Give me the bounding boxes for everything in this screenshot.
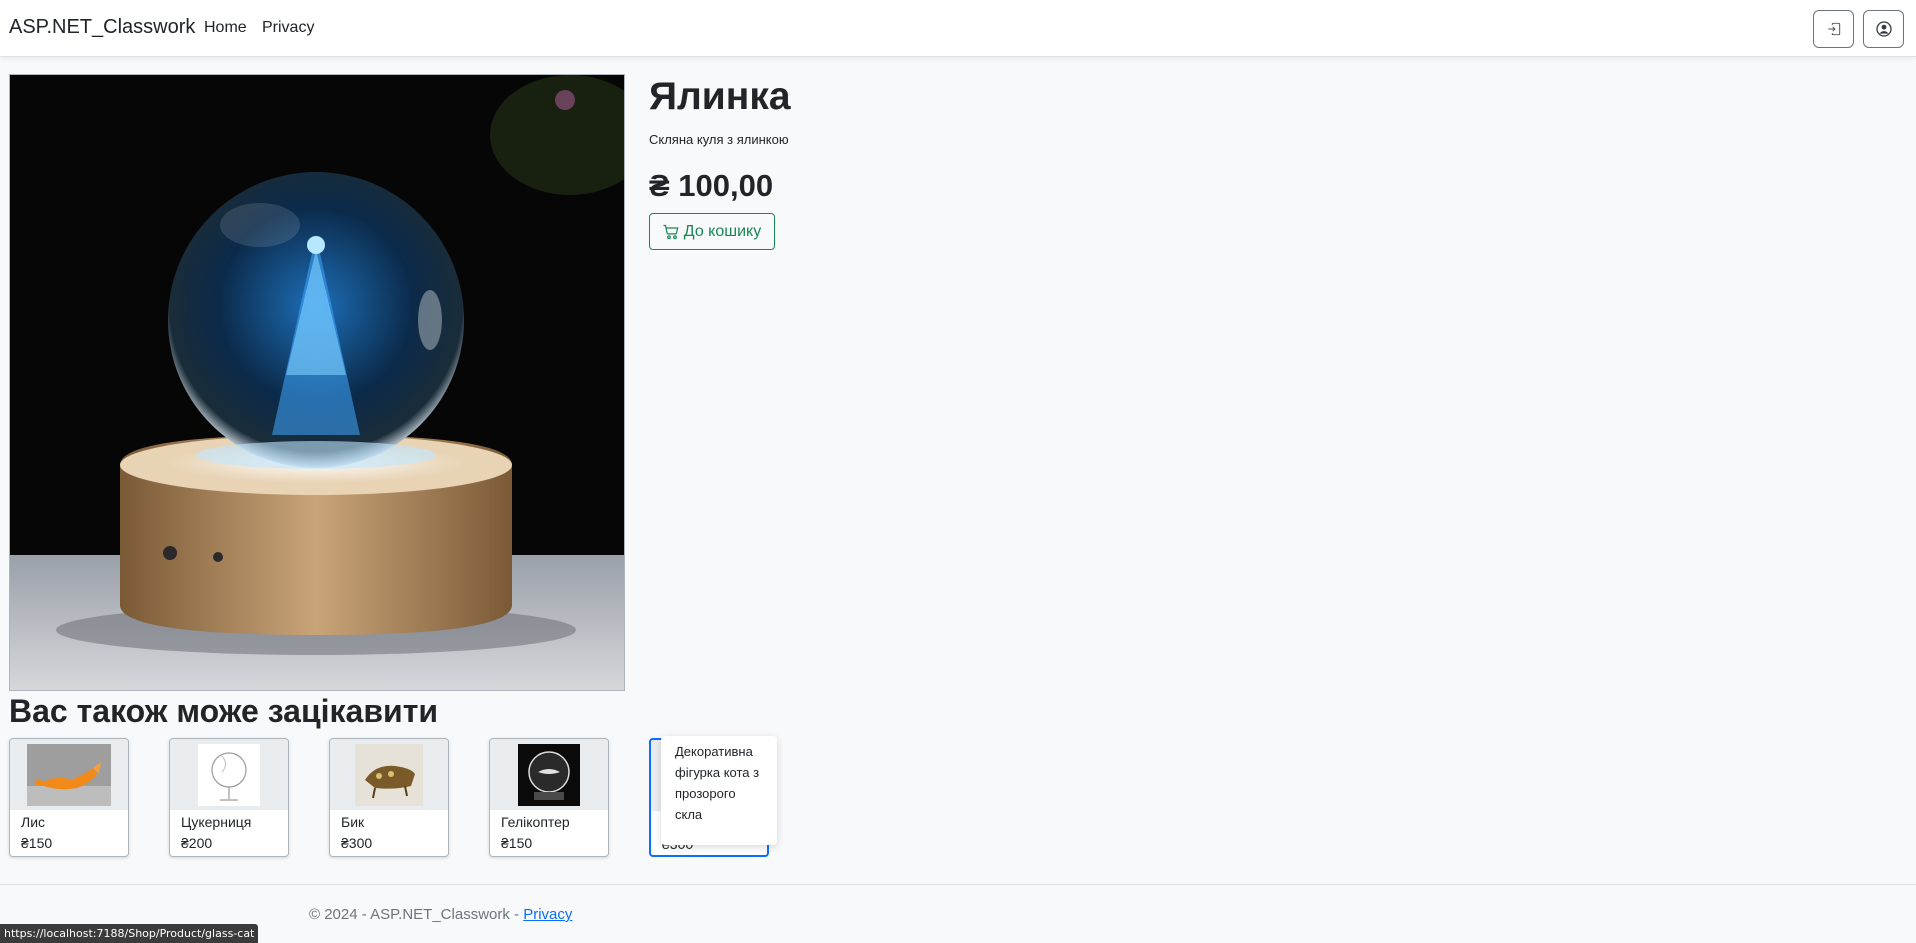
- bull-thumbnail: [355, 743, 423, 806]
- card-price: ₴150: [501, 835, 533, 851]
- card-image-area: [330, 739, 448, 810]
- related-card-bull[interactable]: Бик ₴300: [329, 738, 449, 857]
- browser-status-bar: https://localhost:7188/Shop/Product/glas…: [0, 924, 259, 943]
- product-tooltip: Декоративна фігурка кота з прозорого скл…: [661, 736, 777, 845]
- add-to-cart-button[interactable]: До кошику: [649, 213, 775, 250]
- related-card-fox[interactable]: Лис ₴150: [9, 738, 129, 857]
- footer-privacy-link[interactable]: Privacy: [523, 906, 572, 923]
- footer-copyright: © 2024 - ASP.NET_Classwork -: [309, 906, 524, 923]
- card-price: ₴150: [21, 835, 53, 851]
- brand-link[interactable]: ASP.NET_Classwork: [9, 16, 195, 39]
- sign-in-icon: [1827, 22, 1840, 36]
- product-image: [9, 74, 625, 691]
- card-image-area: [170, 739, 288, 810]
- product-price: ₴ 100,00: [649, 168, 774, 203]
- card-name: Бик: [341, 814, 365, 830]
- user-button[interactable]: [1863, 10, 1904, 48]
- login-button[interactable]: [1813, 10, 1854, 48]
- product-title: Ялинка: [649, 75, 791, 118]
- navbar: ASP.NET_Classwork Home Privacy: [0, 0, 1916, 57]
- related-card-helicopter[interactable]: Гелікоптер ₴150: [489, 738, 609, 857]
- related-section-title: Вас також може зацікавити: [9, 693, 439, 729]
- nav-home-link[interactable]: Home: [204, 19, 247, 37]
- card-price: ₴300: [341, 835, 373, 851]
- card-name: Цукерниця: [181, 814, 252, 830]
- footer: © 2024 - ASP.NET_Classwork - Privacy: [309, 906, 572, 923]
- card-price: ₴200: [181, 835, 213, 851]
- related-card-candy-bowl[interactable]: Цукерниця ₴200: [169, 738, 289, 857]
- product-description: Скляна куля з ялинкою: [649, 132, 789, 147]
- card-name: Гелікоптер: [501, 814, 570, 830]
- nav-privacy-link[interactable]: Privacy: [262, 19, 314, 37]
- footer-divider: [0, 884, 1916, 885]
- card-image-area: [10, 739, 128, 810]
- cart-button-label: До кошику: [683, 222, 762, 240]
- card-name: Лис: [21, 814, 46, 830]
- card-image-area: [490, 739, 608, 810]
- helicopter-thumbnail: [518, 743, 580, 806]
- cart-icon: [663, 224, 679, 239]
- person-circle-icon: [1875, 21, 1892, 37]
- candy-bowl-thumbnail: [198, 743, 260, 806]
- fox-thumbnail: [27, 743, 111, 806]
